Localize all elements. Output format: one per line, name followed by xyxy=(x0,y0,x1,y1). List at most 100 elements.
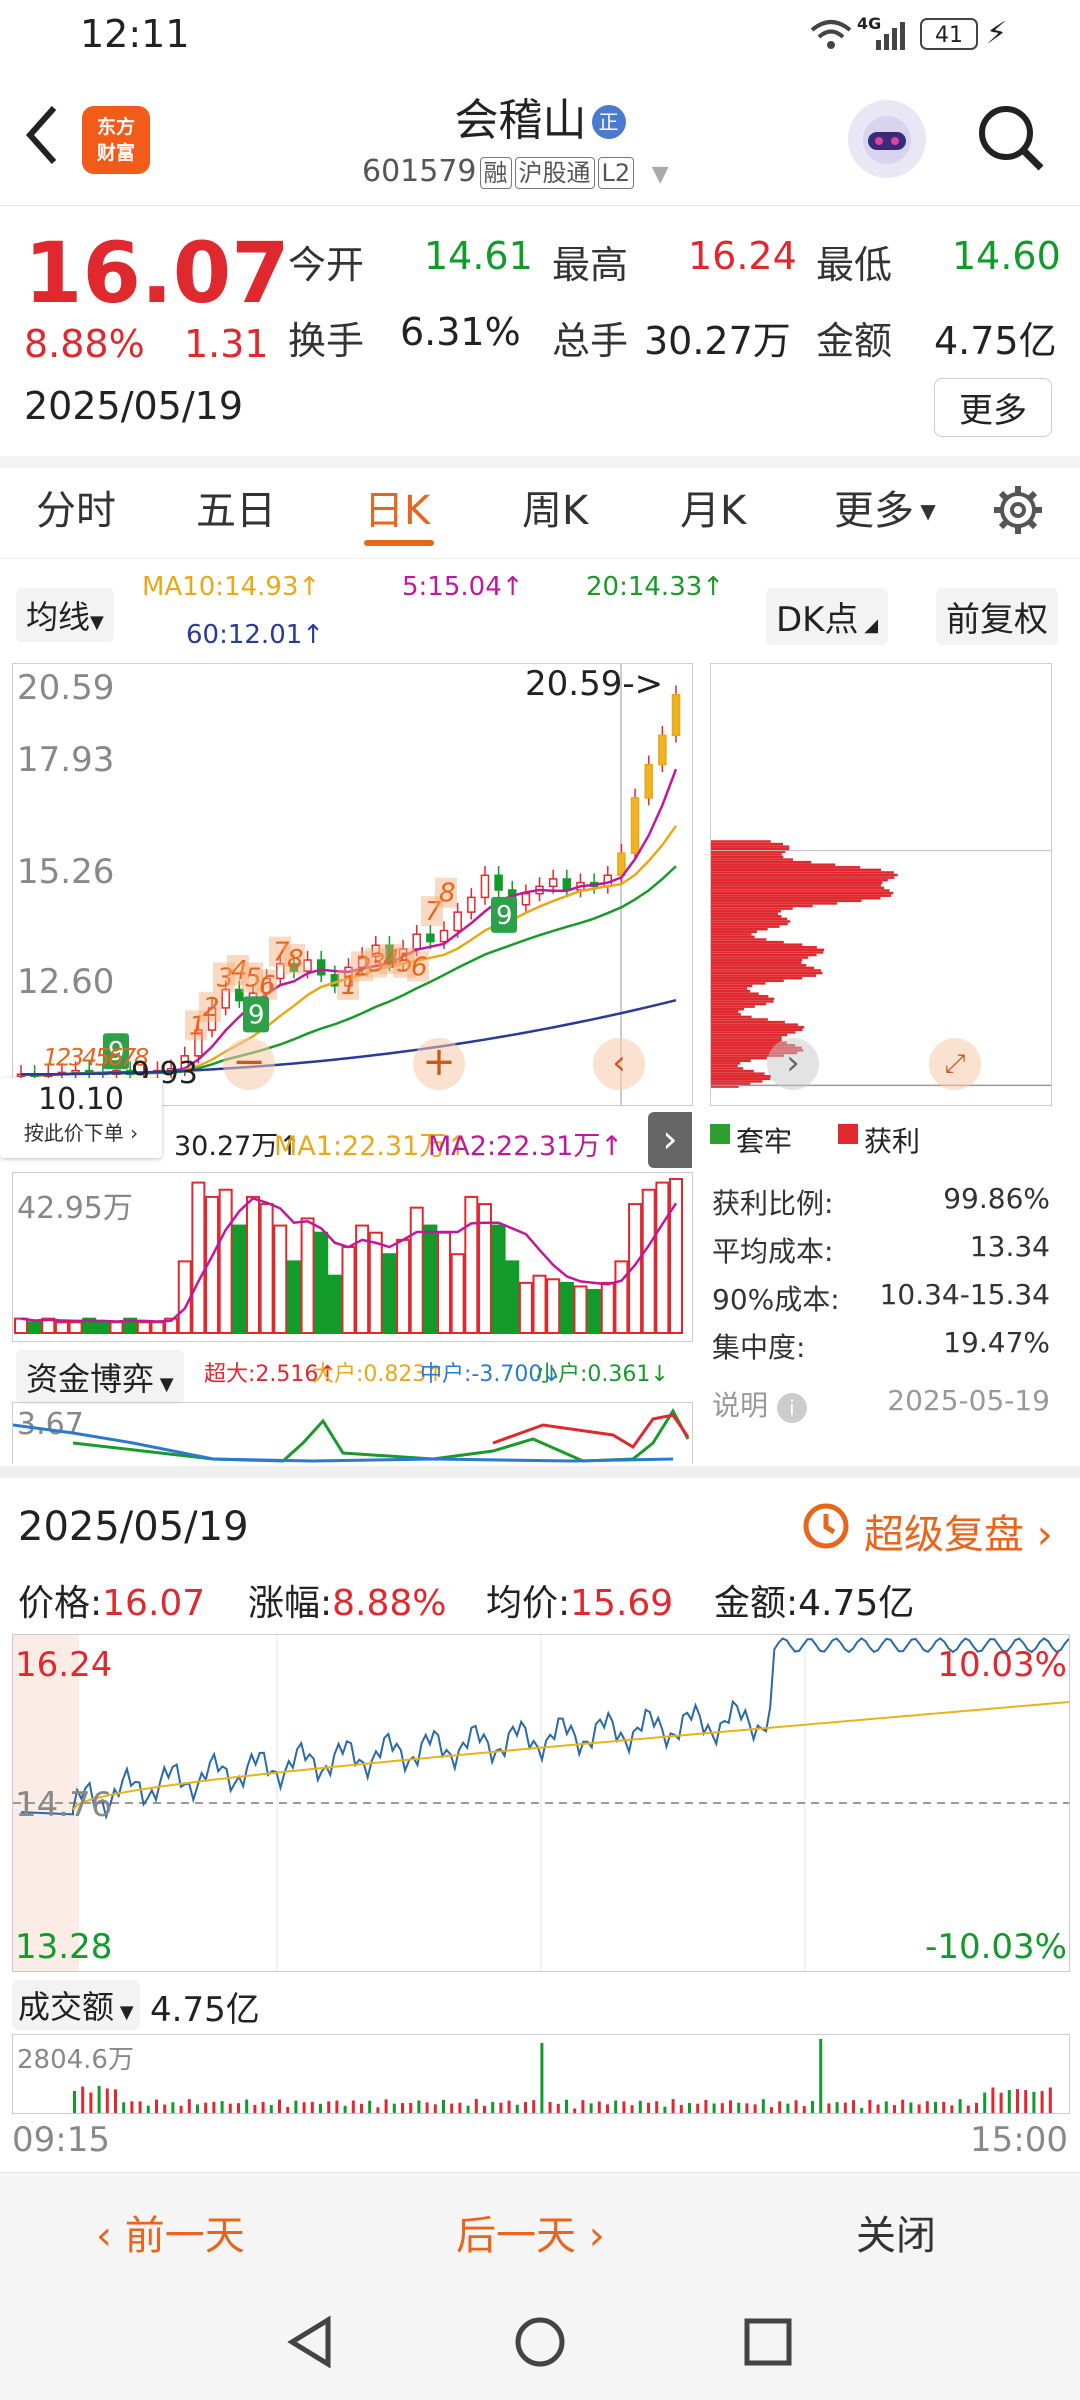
chip-bar xyxy=(711,930,757,934)
next-day-button[interactable]: 后一天 › xyxy=(456,2203,605,2261)
super-replay-button[interactable]: 超级复盘 › xyxy=(864,1502,1053,1560)
intraday-low-label: 13.28 xyxy=(15,1927,113,1967)
fund-flow-svg xyxy=(13,1408,690,1463)
nav-recents-icon[interactable] xyxy=(742,2316,794,2372)
zoom-out-icon[interactable]: − xyxy=(223,1038,275,1090)
candle-body xyxy=(658,734,667,766)
price-line xyxy=(20,1637,1069,1821)
volume-bar xyxy=(273,1224,288,1335)
adjust-select[interactable]: 前复权 xyxy=(936,588,1058,645)
chip-bar xyxy=(711,971,823,975)
intraday-volume-bar xyxy=(466,2105,470,2113)
tab-monthly-k[interactable]: 月K xyxy=(680,478,746,536)
chip-bar xyxy=(711,938,767,941)
volume-bar xyxy=(491,1224,506,1335)
robot-avatar-icon[interactable] xyxy=(848,100,926,178)
volume-chart[interactable]: 42.95万 xyxy=(12,1172,693,1342)
intraday-volume-bar xyxy=(720,2103,724,2113)
intraday-volume-bar xyxy=(474,2099,478,2113)
nav-home-icon[interactable] xyxy=(512,2314,568,2374)
gear-icon[interactable] xyxy=(992,484,1044,540)
intraday-high-label: 16.24 xyxy=(15,1645,113,1685)
intraday-volume-bar xyxy=(122,2102,126,2113)
chip-distribution-chart[interactable]: › ⤢ xyxy=(710,663,1052,1106)
low-value: 14.60 xyxy=(952,234,1061,278)
intraday-volume-bar xyxy=(843,2102,847,2113)
volume-bar xyxy=(532,1274,547,1335)
nav-back-icon[interactable] xyxy=(282,2314,338,2374)
chip-bar xyxy=(711,889,890,892)
turnover-select[interactable]: 成交额 ▼ xyxy=(12,1980,140,2030)
system-nav-bar xyxy=(0,2282,1080,2400)
search-icon[interactable] xyxy=(975,102,1047,178)
chip-bar xyxy=(711,989,751,993)
chip-bar xyxy=(711,948,825,952)
intraday-date: 2025/05/19 xyxy=(18,1504,249,1550)
scroll-right-icon[interactable]: › xyxy=(767,1038,819,1090)
chip-bar xyxy=(711,966,815,970)
ma-select[interactable]: 均线▼ xyxy=(16,588,114,642)
chip-bar xyxy=(711,1020,785,1024)
volume-bar xyxy=(191,1181,206,1335)
volume-bar xyxy=(300,1217,315,1334)
fullscreen-icon[interactable]: ⤢ xyxy=(929,1038,981,1090)
fund-flow-select[interactable]: 资金博弈 ▼ xyxy=(16,1350,184,1404)
chip-bar xyxy=(711,1028,803,1032)
wifi-icon xyxy=(810,18,852,60)
intraday-volume-bar xyxy=(114,2089,117,2113)
intraday-volume-bar xyxy=(228,2103,232,2113)
zoom-in-icon[interactable]: + xyxy=(413,1038,465,1090)
candle-body xyxy=(494,874,503,891)
period-tabs: 分时 五日 日K 周K 月K 更多 ▼ xyxy=(0,458,1080,559)
tab-daily-k[interactable]: 日K xyxy=(364,478,430,536)
intraday-volume-bar xyxy=(294,2100,298,2113)
prev-day-button[interactable]: ‹ 前一天 xyxy=(96,2203,245,2261)
badge-hk-connect: 沪股通 xyxy=(514,157,595,189)
price-tooltip[interactable]: 10.10 按此价下单 › xyxy=(0,1078,162,1158)
intraday-volume-bar xyxy=(286,2107,290,2113)
chip-bar xyxy=(711,961,802,964)
kline-chart[interactable]: 123456781234567899912345678 20.59 17.93 … xyxy=(12,663,693,1106)
volume-bar xyxy=(68,1321,83,1334)
intraday-volume-bar xyxy=(384,2099,388,2113)
intraday-volume-bar xyxy=(483,2105,486,2113)
intraday-volume-bar xyxy=(827,2103,831,2113)
order-at-price-link[interactable]: 按此价下单 › xyxy=(0,1117,162,1146)
dk-point-select[interactable]: DK点 ◢ xyxy=(766,588,889,645)
chip-bar xyxy=(711,1000,774,1003)
more-button[interactable]: 更多 xyxy=(934,378,1052,437)
intraday-volume-bar xyxy=(868,2099,872,2113)
tab-more[interactable]: 更多 ▼ xyxy=(834,478,936,536)
candle-body xyxy=(671,693,681,736)
chip-bar xyxy=(711,1031,796,1034)
chip-bar xyxy=(711,1013,741,1016)
chip-bar xyxy=(711,951,824,954)
chip-bar xyxy=(711,935,755,939)
chip-bar xyxy=(711,886,885,890)
dropdown-icon[interactable]: ▼ xyxy=(652,162,669,187)
intraday-volume-bar xyxy=(450,2103,454,2113)
intraday-volume-chart[interactable]: 2804.6万 xyxy=(12,2034,1070,2114)
high-marker: 20.59-> xyxy=(525,664,664,704)
close-button[interactable]: 关闭 xyxy=(856,2203,936,2261)
scroll-left-icon[interactable]: ‹ xyxy=(593,1038,645,1090)
chip-bar xyxy=(711,946,817,949)
intraday-low-pct: -10.03% xyxy=(925,1927,1067,1967)
intraday-volume-bar xyxy=(786,2103,790,2113)
volume-bar xyxy=(327,1274,342,1335)
status-time: 12:11 xyxy=(80,12,190,56)
chip-bar xyxy=(711,1077,771,1081)
section-divider xyxy=(0,1466,1080,1478)
stock-code-line[interactable]: 601579 融沪股通 L2 ▼ xyxy=(362,154,669,189)
intraday-volume-bar xyxy=(204,2102,208,2113)
badge-l2: L2 xyxy=(597,157,635,189)
expand-panel-icon[interactable]: › xyxy=(648,1112,692,1168)
intraday-chart[interactable]: 16.24 14.76 13.28 10.03% -10.03% xyxy=(12,1634,1070,1972)
tab-five-day[interactable]: 五日 xyxy=(196,478,276,536)
history-replay-icon[interactable] xyxy=(800,1500,852,1556)
volume-max-label: 42.95万 xyxy=(17,1191,133,1226)
tab-intraday[interactable]: 分时 xyxy=(36,478,116,536)
intraday-volume-bar xyxy=(360,2103,363,2113)
tab-weekly-k[interactable]: 周K xyxy=(522,478,588,536)
intraday-volume-bar xyxy=(187,2099,191,2113)
